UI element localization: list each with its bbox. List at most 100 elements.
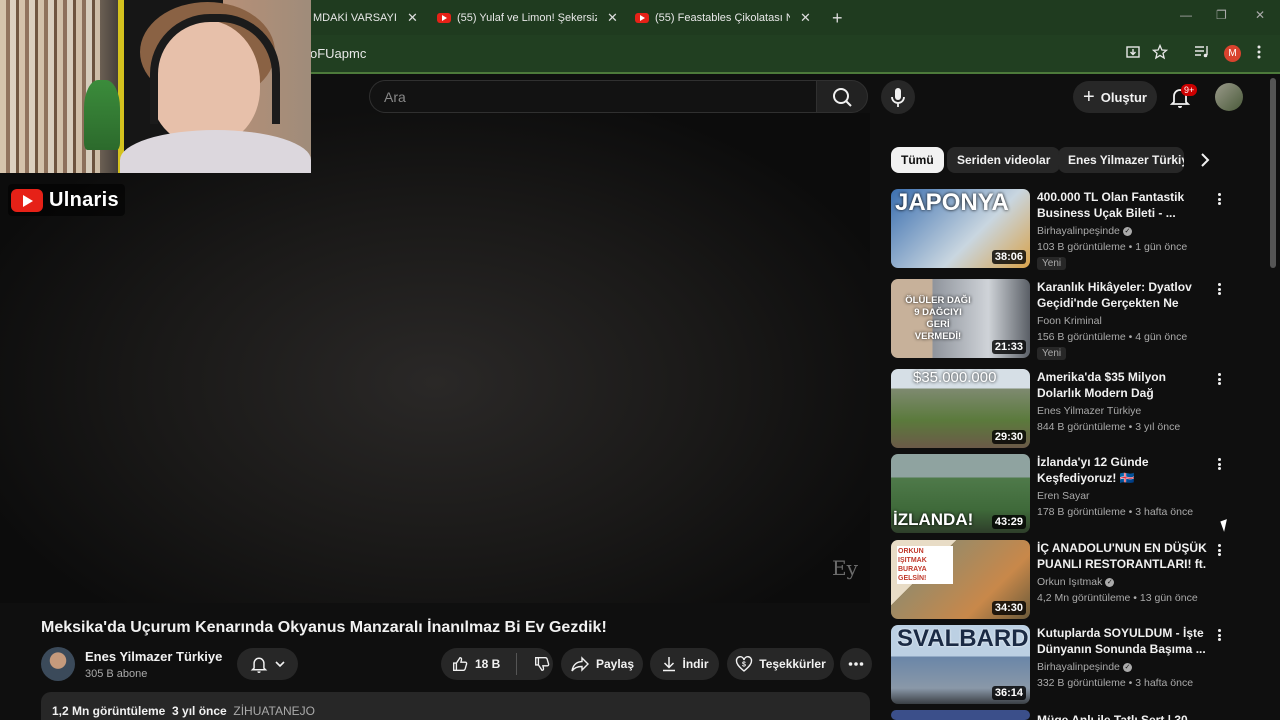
minimize-icon[interactable]: — <box>1180 8 1192 22</box>
thanks-label: Teşekkürler <box>759 657 826 671</box>
streamer-webcam-overlay <box>0 0 311 173</box>
subscription-bell-button[interactable] <box>237 648 298 680</box>
chevron-right-icon[interactable] <box>1199 152 1211 168</box>
video-title[interactable]: Karanlık Hikâyeler: Dyatlov Geçidi'nde G… <box>1037 279 1209 311</box>
recommended-video[interactable]: ÖLÜLER DAĞI 9 DAĞCIYI GERİ VERMEDİ! 21:3… <box>891 279 1231 360</box>
video-thumbnail[interactable]: SVALBARD 36:14 <box>891 625 1030 704</box>
chip-series[interactable]: Seriden videolar <box>947 147 1061 173</box>
browser-profile-avatar[interactable]: M <box>1224 45 1241 62</box>
url-field[interactable]: oFUapmc <box>310 46 366 61</box>
location-tag[interactable]: ZİHUATANEJO <box>233 704 315 718</box>
recommended-video[interactable]: JAPONYA 38:06 400.000 TL Olan Fantastik … <box>891 189 1231 270</box>
video-meta: 844 B görüntüleme • 3 yıl önce <box>1037 421 1181 433</box>
new-badge: Yeni <box>1037 347 1067 360</box>
close-tab-icon[interactable]: ✕ <box>607 10 618 26</box>
bell-icon <box>250 657 267 673</box>
channel-watermark: Ey <box>832 556 858 580</box>
video-thumbnail[interactable]: ORKUN IŞITMAK BURAYA GELSİN! 34:30 <box>891 540 1030 619</box>
recommended-video[interactable]: İZLANDA! 43:29 İzlanda'yı 12 Günde Keşfe… <box>891 454 1231 534</box>
channel-name[interactable]: Eren Sayar <box>1037 490 1090 502</box>
video-thumbnail[interactable] <box>891 710 1030 720</box>
search-icon <box>833 88 852 107</box>
channel-name[interactable]: Birhayalinpeşinde ✓ <box>1037 225 1132 237</box>
chip-channel[interactable]: Enes Yilmazer Türkiye <box>1058 147 1184 173</box>
voice-search-button[interactable] <box>881 80 915 114</box>
more-options-icon[interactable] <box>1213 371 1225 387</box>
search-placeholder: Ara <box>384 89 406 105</box>
page-scrollbar[interactable] <box>1270 78 1276 268</box>
like-icon[interactable] <box>451 655 469 673</box>
video-title[interactable]: Müge Anlı ile Tatlı Sert | 30 Ekim <box>1037 712 1209 720</box>
thanks-button[interactable]: $ Teşekkürler <box>727 648 834 680</box>
video-duration: 43:29 <box>991 515 1026 529</box>
bookmark-star-icon[interactable] <box>1152 44 1168 60</box>
youtube-logo-icon <box>11 188 43 212</box>
channel-name[interactable]: Foon Kriminal <box>1037 315 1102 327</box>
media-controls-icon[interactable] <box>1193 44 1211 60</box>
like-count[interactable]: 18 B <box>475 657 500 671</box>
channel-name[interactable]: Enes Yilmazer Türkiye <box>1037 405 1141 417</box>
more-actions-button[interactable] <box>840 648 872 680</box>
browser-menu-icon[interactable] <box>1254 44 1264 60</box>
tab-title: MDAKİ VARSAYIMLA <box>313 12 397 24</box>
more-options-icon[interactable] <box>1213 281 1225 297</box>
channel-name[interactable]: Enes Yilmazer Türkiye <box>85 649 222 664</box>
download-button[interactable]: İndir <box>650 648 719 680</box>
search-input[interactable]: Ara <box>369 80 816 113</box>
video-duration: 38:06 <box>991 250 1026 264</box>
video-title[interactable]: Amerika'da $35 Milyon Dolarlık Modern Da… <box>1037 369 1209 401</box>
video-title[interactable]: Kutuplarda SOYULDUM - İşte Dünyanın Sonu… <box>1037 625 1209 657</box>
video-duration: 21:33 <box>991 340 1026 354</box>
view-count: 1,2 Mn görüntüleme <box>52 704 166 718</box>
thumbnail-text: SVALBARD <box>897 625 1029 652</box>
video-title[interactable]: İÇ ANADOLU'NUN EN DÜŞÜK PUANLI RESTORANT… <box>1037 540 1209 572</box>
recommended-video[interactable]: ORKUN IŞITMAK BURAYA GELSİN! 34:30 İÇ AN… <box>891 540 1231 620</box>
channel-avatar[interactable] <box>41 647 75 681</box>
browser-tab[interactable]: (55) Feastables Çikolatası Nasıl ✕ <box>635 6 811 30</box>
video-thumbnail[interactable]: ÖLÜLER DAĞI 9 DAĞCIYI GERİ VERMEDİ! 21:3… <box>891 279 1030 358</box>
youtube-favicon-icon <box>437 13 451 23</box>
maximize-icon[interactable]: ❐ <box>1216 8 1227 22</box>
search-button[interactable] <box>816 80 868 113</box>
video-meta: 332 B görüntüleme • 3 hafta önce <box>1037 677 1194 689</box>
screen: MDAKİ VARSAYIMLA ✕ (55) Yulaf ve Limon! … <box>0 0 1280 720</box>
share-button[interactable]: Paylaş <box>561 648 643 680</box>
video-thumbnail[interactable]: JAPONYA 38:06 <box>891 189 1030 268</box>
close-tab-icon[interactable]: ✕ <box>800 10 811 26</box>
close-tab-icon[interactable]: ✕ <box>407 10 418 26</box>
share-icon <box>571 656 589 672</box>
thumbnail-text: İZLANDA! <box>893 510 974 529</box>
user-avatar[interactable] <box>1215 83 1243 111</box>
upload-age: 3 yıl önce <box>172 704 227 718</box>
new-tab-button[interactable]: + <box>832 8 843 29</box>
video-title[interactable]: İzlanda'yı 12 Günde Keşfediyoruz! 🇮🇸 <box>1037 454 1209 486</box>
browser-tab[interactable]: MDAKİ VARSAYIMLA ✕ <box>313 6 418 30</box>
create-button[interactable]: + Oluştur <box>1073 81 1157 113</box>
chip-all[interactable]: Tümü <box>891 147 944 173</box>
more-options-icon[interactable] <box>1213 627 1225 643</box>
youtube-favicon-icon <box>635 13 649 23</box>
video-title[interactable]: 400.000 TL Olan Fantastik Business Uçak … <box>1037 189 1209 221</box>
close-window-icon[interactable]: ✕ <box>1255 8 1265 22</box>
browser-tab[interactable]: (55) Yulaf ve Limon! Şekersiz, U ✕ <box>437 6 618 30</box>
channel-name[interactable]: Orkun Işıtmak ✓ <box>1037 576 1115 588</box>
install-app-icon[interactable] <box>1125 44 1141 60</box>
dislike-icon[interactable] <box>533 655 551 673</box>
microphone-icon <box>891 88 905 107</box>
thumbnail-text: ORKUN IŞITMAK BURAYA GELSİN! <box>897 546 953 584</box>
tab-title: (55) Feastables Çikolatası Nasıl <box>655 12 790 24</box>
video-thumbnail[interactable]: İZLANDA! 43:29 <box>891 454 1030 533</box>
more-options-icon[interactable] <box>1213 542 1225 558</box>
video-player[interactable] <box>0 113 870 603</box>
super-thanks-icon: $ <box>736 656 753 672</box>
streamer-name: Ulnaris <box>49 188 119 211</box>
video-thumbnail[interactable]: $35.000.000 29:30 <box>891 369 1030 448</box>
more-horizontal-icon <box>848 662 864 666</box>
recommended-video[interactable]: SVALBARD 36:14 Kutuplarda SOYULDUM - İşt… <box>891 625 1231 705</box>
recommended-video[interactable]: Müge Anlı ile Tatlı Sert | 30 Ekim <box>891 710 1231 720</box>
more-options-icon[interactable] <box>1213 191 1225 207</box>
download-label: İndir <box>682 657 709 671</box>
channel-name[interactable]: Birhayalinpeşinde ✓ <box>1037 661 1132 673</box>
more-options-icon[interactable] <box>1213 456 1225 472</box>
recommended-video[interactable]: $35.000.000 29:30 Amerika'da $35 Milyon … <box>891 369 1231 449</box>
